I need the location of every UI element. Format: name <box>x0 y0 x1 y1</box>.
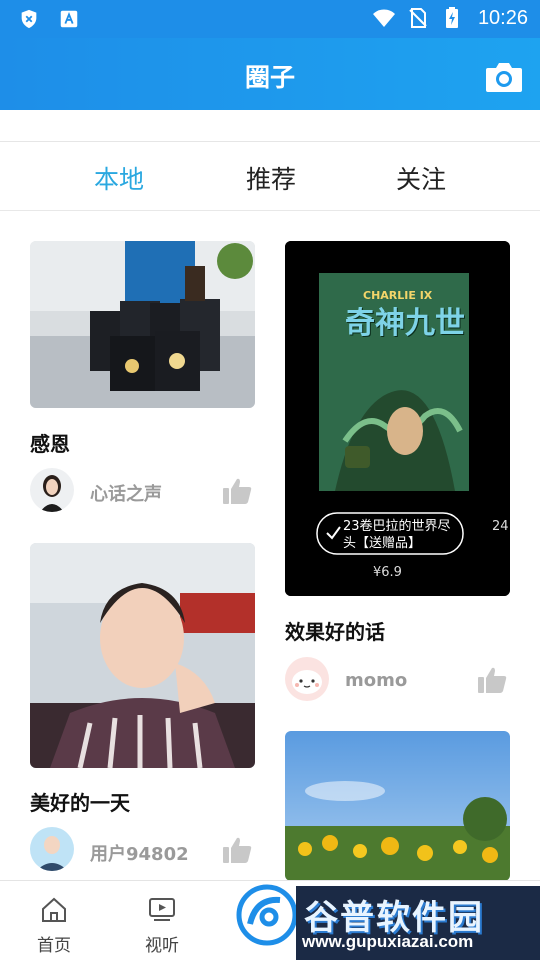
nav-home[interactable]: 首页 <box>24 895 84 956</box>
tab-following[interactable]: 关注 <box>396 160 446 196</box>
shield-x-icon <box>21 9 37 29</box>
home-icon <box>42 897 66 922</box>
product-button-text: 23卷巴拉的世界尽头【送赠品】 <box>343 519 451 551</box>
book-title-text: 奇神九世 <box>345 307 465 340</box>
post-image[interactable] <box>285 731 510 881</box>
thumbs-up-icon[interactable] <box>477 666 507 694</box>
video-icon <box>149 898 175 921</box>
book-brand-text: CHARLIE IX <box>363 289 433 302</box>
wifi-icon <box>372 9 395 27</box>
post-title[interactable]: 效果好的话 <box>285 616 385 645</box>
nav-video[interactable]: 视听 <box>132 895 192 956</box>
clock: 10:26 <box>477 6 528 29</box>
post-title[interactable]: 感恩 <box>30 428 70 457</box>
status-bar: 10:26 <box>0 0 540 38</box>
app-logo-icon[interactable] <box>236 884 298 946</box>
app-bar: 圈子 <box>0 38 540 110</box>
post-title[interactable]: 美好的一天 <box>30 787 130 816</box>
no-sim-icon <box>409 8 427 28</box>
thumbs-up-icon[interactable] <box>222 836 252 864</box>
tab-bar: 本地 推荐 关注 <box>0 142 540 210</box>
post-image[interactable]: 奇神九世 CHARLIE IX 23卷巴拉的世界尽头【送赠品】 ¥6.9 24 <box>285 241 510 596</box>
page-title: 圈子 <box>244 63 295 92</box>
avatar[interactable] <box>30 468 74 512</box>
post-image[interactable] <box>30 543 255 768</box>
tab-recommended[interactable]: 推荐 <box>246 160 296 196</box>
nav-video-label: 视听 <box>145 936 179 956</box>
next-item-text: 24 <box>492 519 509 534</box>
username[interactable]: momo <box>345 670 407 691</box>
nav-home-label: 首页 <box>37 936 71 956</box>
a-app-icon <box>60 10 78 28</box>
username[interactable]: 用户94802 <box>90 840 189 866</box>
camera-icon[interactable] <box>484 60 524 94</box>
avatar[interactable] <box>285 657 329 701</box>
username[interactable]: 心话之声 <box>90 480 162 506</box>
thumbs-up-icon[interactable] <box>222 477 252 505</box>
watermark: 谷普软件园 www.gupuxiazai.com <box>296 886 540 960</box>
avatar[interactable] <box>30 827 74 871</box>
divider <box>0 210 540 211</box>
watermark-url: www.gupuxiazai.com <box>302 932 474 951</box>
battery-charging-icon <box>445 7 458 28</box>
tab-local[interactable]: 本地 <box>94 160 144 196</box>
post-image[interactable] <box>30 241 255 408</box>
price-text: ¥6.9 <box>373 565 402 580</box>
